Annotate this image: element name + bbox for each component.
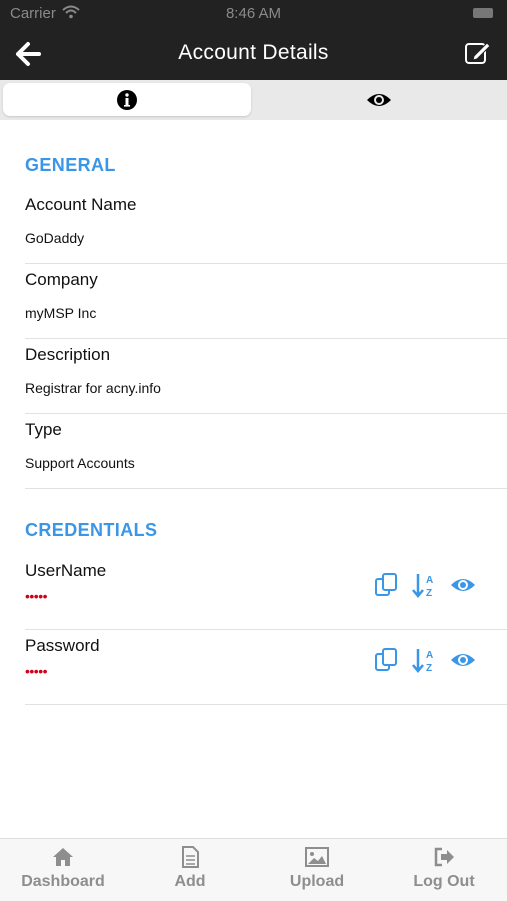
page-title: Account Details [178, 41, 329, 64]
field-label: Password [25, 636, 100, 655]
field-label: Company [25, 270, 98, 289]
edit-icon[interactable] [463, 39, 491, 67]
field-value: Registrar for acny.info [25, 380, 161, 396]
masked-value: ••••• [25, 663, 48, 679]
field-username: UserName ••••• AZ [25, 554, 507, 630]
svg-text:Z: Z [426, 663, 432, 673]
eye-icon[interactable] [450, 572, 476, 598]
nav-bar: Account Details [0, 28, 507, 80]
sort-alpha-icon[interactable]: AZ [412, 572, 438, 599]
field-value: Support Accounts [25, 455, 135, 471]
field-label: Account Name [25, 195, 137, 214]
tab-dashboard[interactable]: Dashboard [0, 845, 126, 891]
info-icon [117, 89, 137, 110]
eye-icon[interactable] [450, 647, 476, 673]
segment-info[interactable] [3, 83, 251, 116]
logout-icon [434, 847, 454, 867]
status-time: 8:46 AM [225, 5, 282, 22]
field-actions: AZ [374, 645, 488, 675]
field-label: UserName [25, 561, 107, 580]
document-icon [182, 846, 199, 868]
segmented-control [0, 80, 507, 120]
masked-value: ••••• [25, 588, 48, 604]
field-label: Description [25, 345, 111, 364]
field-value: myMSP Inc [25, 305, 97, 321]
svg-text:A: A [426, 650, 433, 661]
svg-text:A: A [426, 575, 433, 586]
battery-icon [473, 8, 493, 18]
tab-label: Dashboard [21, 873, 105, 890]
sort-alpha-icon[interactable]: AZ [412, 647, 438, 674]
status-bar: Carrier 8:46 AM [0, 0, 507, 28]
segment-view[interactable] [254, 83, 504, 116]
tab-logout[interactable]: Log Out [381, 845, 507, 891]
credentials-heading: CREDENTIALS [25, 520, 158, 540]
tab-bar: Dashboard Add Upload Log Out [0, 838, 507, 901]
field-value: GoDaddy [25, 230, 85, 246]
field-company: Company myMSP Inc [25, 263, 507, 339]
image-icon [305, 847, 329, 867]
copy-icon[interactable] [374, 647, 400, 673]
field-actions: AZ [374, 570, 488, 600]
tab-label: Add [174, 873, 206, 890]
field-account-name: Account Name GoDaddy [25, 188, 507, 264]
home-icon [53, 848, 73, 866]
tab-label: Log Out [413, 873, 475, 890]
copy-icon[interactable] [374, 572, 400, 598]
tab-upload[interactable]: Upload [254, 845, 380, 891]
field-type: Type Support Accounts [25, 413, 507, 489]
tab-add[interactable]: Add [127, 845, 253, 891]
field-label: Type [25, 420, 62, 439]
general-heading: GENERAL [25, 155, 116, 175]
tab-label: Upload [289, 873, 345, 890]
svg-text:Z: Z [426, 588, 432, 598]
field-password: Password ••••• AZ [25, 629, 507, 705]
eye-icon [367, 93, 391, 106]
field-description: Description Registrar for acny.info [25, 338, 507, 414]
